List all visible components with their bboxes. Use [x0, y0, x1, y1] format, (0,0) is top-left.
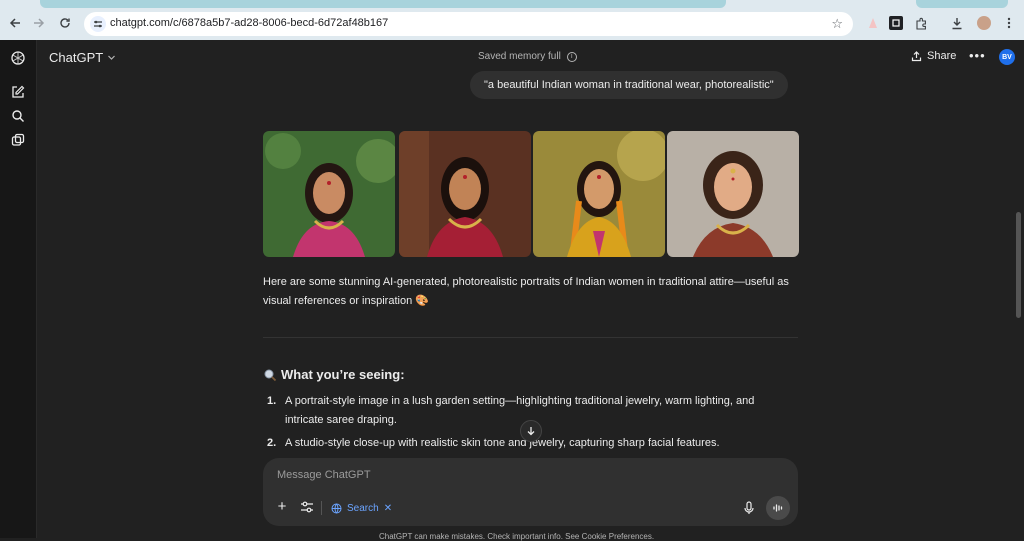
arrow-left-icon	[9, 18, 20, 28]
download-icon[interactable]	[950, 16, 964, 30]
share-icon	[911, 50, 922, 61]
message-composer: + Search ✕	[263, 458, 798, 526]
search-tool-chip[interactable]: Search ✕	[331, 498, 392, 518]
arrow-down-icon	[527, 427, 535, 436]
new-chat-icon[interactable]	[10, 84, 26, 100]
library-icon[interactable]	[10, 132, 26, 148]
assistant-intro: Here are some stunning AI-generated, pho…	[263, 276, 789, 307]
search-tool-label: Search	[347, 502, 379, 514]
generated-image-4[interactable]	[667, 131, 799, 257]
browser-menu-icon[interactable]	[1002, 16, 1016, 30]
extensions-puzzle-icon[interactable]	[914, 16, 928, 30]
browser-tab-2[interactable]	[916, 0, 1008, 8]
globe-icon	[331, 503, 342, 513]
reload-icon	[60, 18, 70, 28]
list-item-number: 2.	[267, 437, 277, 449]
browser-tab[interactable]	[40, 0, 726, 8]
microphone-icon[interactable]	[743, 501, 755, 515]
user-avatar[interactable]: BV	[999, 49, 1015, 65]
generated-image-1[interactable]	[263, 131, 395, 257]
memory-status-label: Saved memory full	[478, 51, 561, 62]
list-item-number: 1.	[267, 395, 277, 407]
site-info-icon[interactable]	[90, 16, 106, 32]
generated-image-3[interactable]	[533, 131, 665, 257]
sidebar	[0, 40, 37, 538]
scrollbar[interactable]	[1016, 212, 1021, 318]
generated-image-2[interactable]	[399, 131, 531, 257]
section-heading: What you’re seeing:	[263, 367, 405, 382]
waveform-icon	[773, 504, 783, 512]
scroll-to-bottom-button[interactable]	[520, 420, 542, 442]
user-message: "a beautiful Indian woman in traditional…	[470, 71, 788, 99]
share-label: Share	[927, 50, 957, 62]
message-input[interactable]	[277, 469, 757, 481]
back-button[interactable]	[6, 14, 24, 32]
chatgpt-logo-icon[interactable]	[10, 50, 26, 66]
reload-button[interactable]	[56, 14, 74, 32]
composer-separator	[321, 501, 322, 515]
model-selector[interactable]: ChatGPT	[49, 50, 116, 65]
share-button[interactable]: Share	[911, 50, 956, 62]
divider	[263, 337, 798, 338]
memory-status[interactable]: Saved memory full i	[478, 51, 577, 62]
attach-plus-icon[interactable]: +	[275, 498, 289, 515]
tools-sliders-icon[interactable]	[300, 501, 314, 513]
extension-icon[interactable]	[866, 16, 880, 30]
address-bar[interactable]: chatgpt.com/c/6878a5b7-ad28-8006-becd-6d…	[84, 12, 853, 36]
more-options-icon[interactable]: •••	[969, 48, 986, 63]
profile-avatar[interactable]	[977, 16, 991, 30]
arrow-right-icon	[34, 18, 45, 28]
magnifier-icon	[264, 369, 277, 381]
model-selector-label: ChatGPT	[49, 50, 104, 65]
remove-search-icon[interactable]: ✕	[384, 503, 392, 514]
search-chats-icon[interactable]	[10, 108, 26, 124]
forward-button[interactable]	[30, 14, 48, 32]
voice-mode-button[interactable]	[766, 496, 790, 520]
extension-dark-icon[interactable]	[889, 16, 903, 30]
chevron-down-icon	[108, 55, 116, 60]
bookmark-star-icon[interactable]: ☆	[831, 16, 843, 32]
url-text: chatgpt.com/c/6878a5b7-ad28-8006-becd-6d…	[110, 17, 389, 29]
section-heading-text: What you’re seeing:	[281, 367, 405, 382]
chat-main: ChatGPT Saved memory full i Share ••• BV…	[37, 40, 1024, 541]
info-icon[interactable]: i	[566, 51, 577, 62]
disclaimer-footer: ChatGPT can make mistakes. Check importa…	[379, 532, 655, 541]
